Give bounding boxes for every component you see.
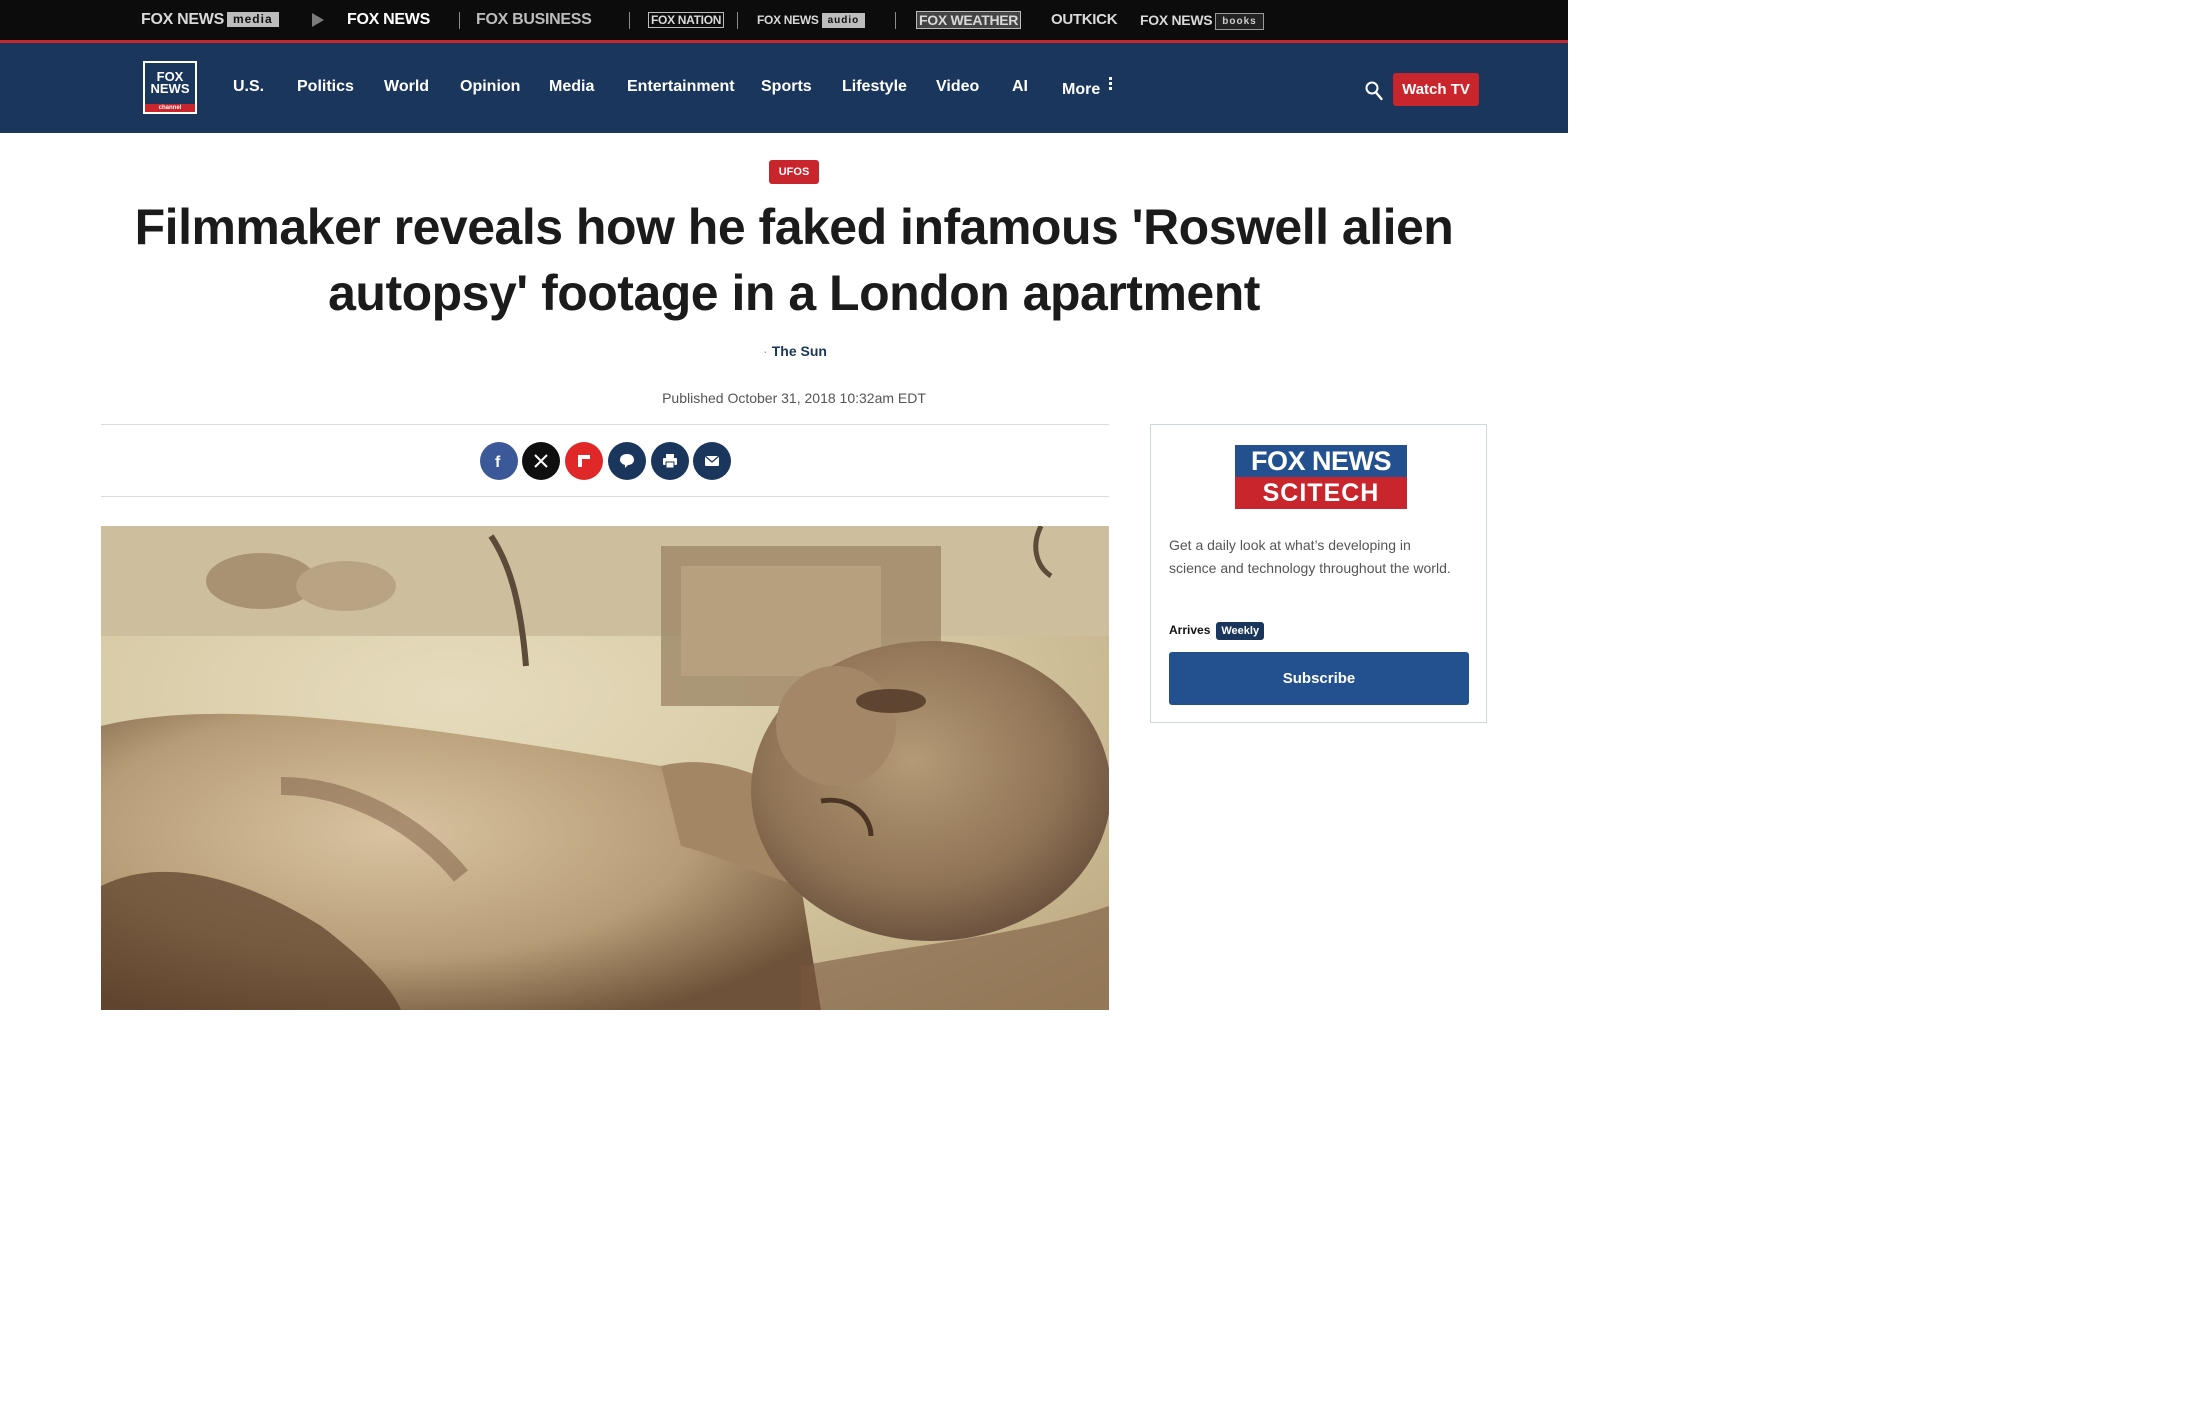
divider — [737, 12, 738, 29]
x-share-button[interactable] — [522, 442, 560, 480]
fox-weather-link[interactable]: FOX WEATHER — [916, 10, 1022, 30]
fox-news-link[interactable]: FOX NEWS — [347, 10, 430, 30]
more-dots-icon — [1109, 77, 1113, 92]
newsletter-description: Get a daily look at what’s developing in… — [1169, 537, 1451, 576]
logo-text-channel: channel — [145, 104, 195, 112]
fox-news-books-tag: books — [1215, 13, 1264, 30]
email-icon — [704, 455, 720, 466]
fox-news-media-link[interactable]: FOX NEWS media — [141, 10, 279, 30]
play-arrow-icon — [312, 13, 324, 27]
arrives-label: Arrives — [1169, 623, 1211, 637]
nav-us[interactable]: U.S. — [233, 77, 264, 97]
fox-nation-label: FOX NATION — [648, 12, 725, 28]
nav-lifestyle[interactable]: Lifestyle — [842, 77, 907, 97]
nav-opinion[interactable]: Opinion — [460, 77, 520, 97]
scitech-logo: FOX NEWS SCITECH — [1235, 445, 1407, 509]
hero-image[interactable] — [101, 526, 1109, 1010]
main-nav: FOX NEWS channel U.S. Politics World Opi… — [0, 43, 1568, 133]
nav-ai[interactable]: AI — [1012, 77, 1028, 97]
frequency-badge: Weekly — [1216, 622, 1265, 640]
flipboard-icon — [578, 455, 590, 467]
nav-video[interactable]: Video — [936, 77, 979, 97]
fox-news-books-link[interactable]: FOX NEWS books — [1140, 10, 1264, 30]
email-share-button[interactable] — [693, 442, 731, 480]
divider — [459, 12, 460, 29]
nav-media[interactable]: Media — [549, 77, 594, 97]
outkick-link[interactable]: OUTKICK — [1051, 10, 1118, 30]
divider — [629, 12, 630, 29]
category-badge[interactable]: UFOS — [769, 160, 819, 184]
fox-news-media-tag: media — [226, 12, 279, 27]
nav-world[interactable]: World — [384, 77, 429, 97]
headline: Filmmaker reveals how he faked infamous … — [134, 199, 1454, 321]
subscribe-button[interactable]: Subscribe — [1169, 652, 1469, 705]
watch-tv-button[interactable]: Watch TV — [1393, 73, 1479, 106]
divider — [101, 496, 1109, 497]
flipboard-share-button[interactable] — [565, 442, 603, 480]
newsletter-box: FOX NEWS SCITECH Get a daily look at wha… — [1150, 424, 1487, 723]
facebook-share-button[interactable]: f — [480, 442, 518, 480]
fox-news-audio-label: FOX NEWS — [757, 13, 819, 27]
nav-more[interactable]: More — [1062, 77, 1113, 100]
fox-news-media-label: FOX NEWS — [141, 11, 224, 28]
nav-more-label: More — [1062, 81, 1101, 98]
article-source: · The Sun — [700, 342, 890, 360]
x-icon — [534, 454, 548, 468]
nav-sports[interactable]: Sports — [761, 77, 812, 97]
fox-news-books-label: FOX NEWS — [1140, 12, 1213, 28]
fox-weather-label: FOX WEATHER — [916, 11, 1022, 29]
fox-news-logo[interactable]: FOX NEWS channel — [143, 61, 197, 114]
nav-entertainment[interactable]: Entertainment — [627, 77, 735, 97]
divider — [895, 12, 896, 29]
source-link[interactable]: The Sun — [772, 343, 827, 359]
fox-news-audio-tag: audio — [821, 13, 866, 28]
print-icon — [663, 454, 677, 469]
network-bar: FOX NEWS media FOX NEWS FOX BUSINESS FOX … — [0, 0, 1568, 43]
logo-text-news: NEWS — [150, 81, 190, 96]
newsletter-frequency: Arrives Weekly — [1169, 620, 1265, 640]
scitech-logo-top: FOX NEWS — [1235, 445, 1407, 477]
svg-text:f: f — [495, 454, 501, 471]
comment-button[interactable] — [608, 442, 646, 480]
nav-politics[interactable]: Politics — [297, 77, 354, 97]
fox-nation-link[interactable]: FOX NATION — [648, 10, 725, 30]
print-button[interactable] — [651, 442, 689, 480]
scitech-logo-bottom: SCITECH — [1235, 477, 1407, 509]
fox-business-link[interactable]: FOX BUSINESS — [476, 10, 592, 30]
comment-icon — [620, 454, 634, 468]
facebook-icon: f — [495, 454, 501, 471]
divider — [101, 424, 1109, 425]
fox-news-audio-link[interactable]: FOX NEWS audio — [757, 10, 866, 30]
published-date: Published October 31, 2018 10:32am EDT — [662, 390, 926, 406]
source-dot: · — [763, 343, 768, 359]
search-icon[interactable] — [1365, 81, 1383, 101]
